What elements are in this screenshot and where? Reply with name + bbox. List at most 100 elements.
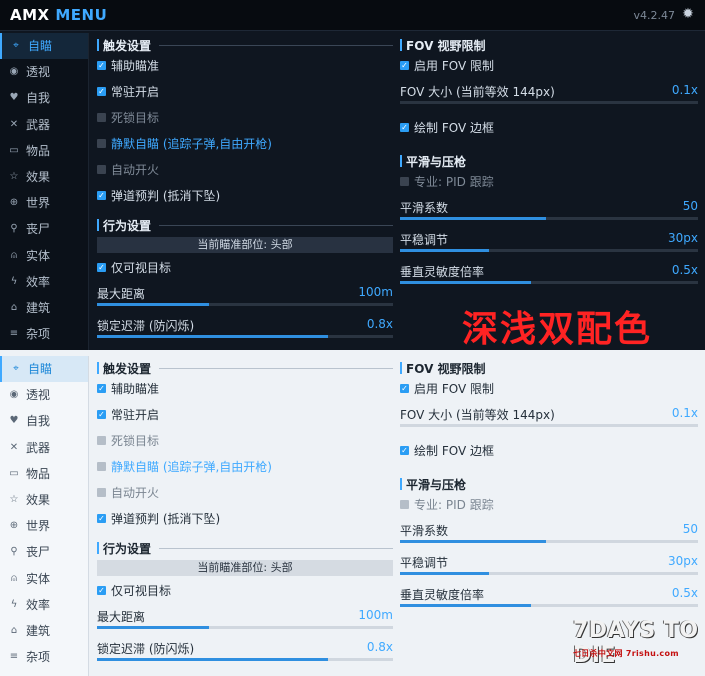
checkbox-row[interactable]: ✓ 绘制 FOV 边框	[400, 440, 698, 466]
sidebar-item-esp[interactable]: ◉ 透视	[0, 382, 88, 408]
sidebar-item-items[interactable]: ▭ 物品	[0, 461, 88, 487]
slider-fov-size[interactable]: FOV 大小 (当前等效 144px) 0.1x	[400, 404, 698, 430]
slider-fov-size[interactable]: FOV 大小 (当前等效 144px) 0.1x	[400, 81, 698, 107]
sidebar-item-entity[interactable]: ⍝ 实体	[0, 566, 88, 592]
slider-stable[interactable]: 平稳调节 30px	[400, 229, 698, 255]
checkbox-unchecked-icon[interactable]	[97, 488, 106, 497]
checkbox-checked-icon[interactable]: ✓	[400, 384, 409, 393]
checkbox-unchecked-icon[interactable]	[97, 113, 106, 122]
checkbox-checked-icon[interactable]: ✓	[97, 410, 106, 419]
checkbox-row[interactable]: ✓ 启用 FOV 限制	[400, 378, 698, 404]
sidebar-item-efficiency[interactable]: ϟ 效率	[0, 592, 88, 618]
checkbox-checked-icon[interactable]: ✓	[97, 586, 106, 595]
checkbox-row[interactable]: ✓ 辅助瞄准	[97, 55, 393, 81]
checkbox-row[interactable]: 专业: PID 跟踪	[400, 494, 698, 520]
checkbox-unchecked-icon[interactable]	[400, 177, 409, 186]
slider-smooth-factor[interactable]: 平滑系数 50	[400, 520, 698, 546]
slider-track[interactable]	[400, 572, 698, 575]
sidebar-item-items[interactable]: ▭ 物品	[0, 138, 88, 164]
checkbox-row[interactable]: 死锁目标	[97, 107, 393, 133]
box-icon: ▭	[9, 467, 19, 479]
checkbox-checked-icon[interactable]: ✓	[97, 514, 106, 523]
checkbox-row[interactable]: ✓ 绘制 FOV 边框	[400, 117, 698, 143]
checkbox-row[interactable]: ✓ 弹道预判 (抵消下坠)	[97, 185, 393, 211]
slider-track[interactable]	[97, 335, 393, 338]
sidebar-item-entity[interactable]: ⍝ 实体	[0, 243, 88, 269]
slider-track[interactable]	[97, 658, 393, 661]
sidebar-item-zombie[interactable]: ⚲ 丧尸	[0, 216, 88, 242]
checkbox-checked-icon[interactable]: ✓	[97, 61, 106, 70]
checkbox-checked-icon[interactable]: ✓	[400, 446, 409, 455]
slider-track[interactable]	[400, 424, 698, 427]
star-icon: ☆	[9, 493, 19, 505]
checkbox-unchecked-icon[interactable]	[97, 462, 106, 471]
checkbox-row[interactable]: ✓ 弹道预判 (抵消下坠)	[97, 508, 393, 534]
sidebar-item-building[interactable]: ⌂ 建筑	[0, 618, 88, 644]
checkbox-checked-icon[interactable]: ✓	[97, 87, 106, 96]
slider-track[interactable]	[400, 249, 698, 252]
checkbox-row[interactable]: 死锁目标	[97, 430, 393, 456]
slider-stable[interactable]: 平稳调节 30px	[400, 552, 698, 578]
checkbox-row[interactable]: ✓ 常驻开启	[97, 404, 393, 430]
gear-icon[interactable]: ✹	[680, 6, 696, 22]
sidebar-item-misc[interactable]: ≡ 杂项	[0, 644, 88, 670]
checkbox-checked-icon[interactable]: ✓	[97, 191, 106, 200]
title-bar: AMX MENU v4.2.47 ✹	[0, 0, 705, 31]
checkbox-row[interactable]: ✓ 启用 FOV 限制	[400, 55, 698, 81]
sidebar-item-zombie[interactable]: ⚲ 丧尸	[0, 539, 88, 565]
checkbox-row[interactable]: 静默自瞄 (追踪子弹,自由开枪)	[97, 133, 393, 159]
sidebar-item-world[interactable]: ⊕ 世界	[0, 513, 88, 539]
slider-label: 锁定迟滞 (防闪烁)	[97, 642, 195, 656]
checkbox-row[interactable]: 静默自瞄 (追踪子弹,自由开枪)	[97, 456, 393, 482]
sidebar-item-effects[interactable]: ☆ 效果	[0, 164, 88, 190]
sidebar-item-world[interactable]: ⊕ 世界	[0, 190, 88, 216]
checkbox-row[interactable]: ✓ 仅可视目标	[97, 257, 393, 283]
slider-smooth-factor[interactable]: 平滑系数 50	[400, 197, 698, 223]
sidebar-item-building[interactable]: ⌂ 建筑	[0, 295, 88, 321]
sidebar-item-aim[interactable]: ⌖ 自瞄	[0, 356, 88, 383]
slider-track[interactable]	[97, 303, 393, 306]
slider-label: 平稳调节	[400, 233, 449, 247]
sidebar-item-label: 透视	[26, 65, 51, 80]
checkbox-checked-icon[interactable]: ✓	[97, 384, 106, 393]
aim-part-info: 当前瞄准部位: 头部	[97, 237, 393, 253]
slider-max-distance[interactable]: 最大距离 100m	[97, 283, 393, 309]
slider-track[interactable]	[400, 281, 698, 284]
sidebar-item-misc[interactable]: ≡ 杂项	[0, 321, 88, 347]
checkbox-unchecked-icon[interactable]	[97, 139, 106, 148]
slider-lock-delay[interactable]: 锁定迟滞 (防闪烁) 0.8x	[97, 315, 393, 341]
checkbox-unchecked-icon[interactable]	[400, 500, 409, 509]
slider-max-distance[interactable]: 最大距离 100m	[97, 606, 393, 632]
checkbox-row[interactable]: 专业: PID 跟踪	[400, 171, 698, 197]
slider-track[interactable]	[400, 540, 698, 543]
slider-track[interactable]	[400, 101, 698, 104]
sidebar-item-aim[interactable]: ⌖ 自瞄	[0, 33, 88, 60]
checkbox-checked-icon[interactable]: ✓	[400, 123, 409, 132]
game-watermark-logo: 7DAYS TO DIE 七日杀中文网 7rishu.com	[553, 604, 699, 668]
checkbox-checked-icon[interactable]: ✓	[400, 61, 409, 70]
checkbox-checked-icon[interactable]: ✓	[97, 263, 106, 272]
checkbox-row[interactable]: ✓ 辅助瞄准	[97, 378, 393, 404]
checkbox-row[interactable]: 自动开火	[97, 482, 393, 508]
crosshair-icon: ⌖	[13, 40, 19, 51]
sidebar-item-self[interactable]: ♥ 自我	[0, 408, 88, 434]
checkbox-unchecked-icon[interactable]	[97, 165, 106, 174]
checkbox-row[interactable]: ✓ 仅可视目标	[97, 580, 393, 606]
checkbox-row[interactable]: 自动开火	[97, 159, 393, 185]
sidebar-item-efficiency[interactable]: ϟ 效率	[0, 269, 88, 295]
slider-lock-delay[interactable]: 锁定迟滞 (防闪烁) 0.8x	[97, 638, 393, 664]
watermark-main-text: 7DAYS TO DIE	[573, 618, 699, 668]
sidebar-item-weapon[interactable]: ✕ 武器	[0, 112, 88, 138]
checkbox-unchecked-icon[interactable]	[97, 436, 106, 445]
sidebar-item-self[interactable]: ♥ 自我	[0, 85, 88, 111]
checkbox-row[interactable]: ✓ 常驻开启	[97, 81, 393, 107]
sidebar-item-weapon[interactable]: ✕ 武器	[0, 435, 88, 461]
slider-track[interactable]	[400, 217, 698, 220]
sidebar-item-effects[interactable]: ☆ 效果	[0, 487, 88, 513]
slider-label: 平滑系数	[400, 201, 449, 215]
slider-vertical[interactable]: 垂直灵敏度倍率 0.5x	[400, 261, 698, 287]
slider-value: 30px	[668, 554, 698, 568]
sidebar-item-esp[interactable]: ◉ 透视	[0, 59, 88, 85]
watermark-sub-text: 七日杀中文网 7rishu.com	[573, 649, 679, 658]
slider-track[interactable]	[97, 626, 393, 629]
